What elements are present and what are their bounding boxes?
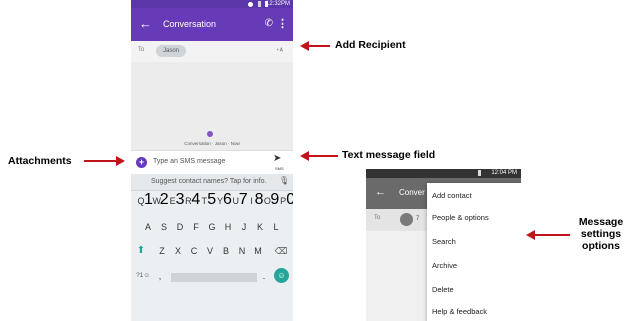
key-j[interactable]: J	[237, 218, 251, 236]
status-bar: 12:32PM	[131, 0, 293, 8]
toolbar-title: Conversation	[163, 19, 217, 29]
emoji-enter-icon[interactable]: ☺	[274, 268, 289, 283]
keyboard-row-2: ASDFGHJKL	[131, 218, 293, 238]
recipient-chip-2[interactable]: 7	[416, 216, 419, 222]
overflow-menu: Add contact People & options Search Arch…	[427, 183, 521, 321]
menu-item-search[interactable]: Search	[432, 237, 456, 246]
attachment-plus-icon[interactable]: +	[136, 157, 147, 168]
to-label: To	[138, 47, 145, 53]
label-line-1: Message	[578, 216, 624, 228]
key-z[interactable]: Z	[155, 242, 169, 260]
key-s[interactable]: S	[157, 218, 171, 236]
signal-icon	[258, 1, 261, 7]
to-label-2: To	[374, 215, 381, 221]
label-line-3: options	[582, 240, 620, 252]
keyboard-row-4: ?1☺ , . ☺	[131, 267, 293, 287]
phone-menu-screen: 12:04 PM ← Conver To 7 Add contact Peopl…	[366, 169, 521, 321]
compose-bar: + Type an SMS message ➤ SMS	[131, 150, 293, 175]
back-arrow-icon-2[interactable]: ←	[375, 186, 386, 198]
add-people-icon[interactable]: ⁺ᴬ	[276, 47, 283, 55]
battery-icon-2	[478, 170, 481, 176]
dnd-icon	[248, 1, 253, 7]
label-add-recipient: Add Recipient	[335, 39, 406, 51]
key-h[interactable]: H	[221, 218, 235, 236]
conversation-toolbar: ← Conversation ✆ ⋮	[131, 8, 293, 41]
menu-item-delete[interactable]: Delete	[432, 285, 454, 294]
message-dot	[207, 131, 213, 137]
keyboard-suggestion-strip: Suggest contact names? Tap for info. 🎙	[131, 174, 293, 191]
shift-key-icon[interactable]: ⬆	[134, 242, 148, 260]
key-b[interactable]: B	[219, 242, 233, 260]
conversation-area: Conversation · Jason · Now	[131, 62, 293, 150]
spacebar-key[interactable]	[171, 273, 257, 282]
backspace-key-icon[interactable]: ⌫	[274, 242, 288, 260]
key-c[interactable]: C	[187, 242, 201, 260]
keyboard-row-1: Q1W2E3R4T5Y6U7I8O9P0	[131, 191, 293, 212]
comma-key[interactable]: ,	[153, 267, 167, 285]
label-line-2: settings	[580, 228, 622, 240]
mic-icon[interactable]: 🎙	[279, 176, 289, 185]
recipient-chip[interactable]: Jason	[156, 45, 186, 57]
key-n[interactable]: N	[235, 242, 249, 260]
menu-item-help-feedback[interactable]: Help & feedback	[432, 307, 487, 316]
arrow-text-field	[308, 155, 338, 157]
key-l[interactable]: L	[269, 218, 283, 236]
key-number-hint: 0	[286, 191, 293, 208]
menu-item-people-options[interactable]: People & options	[432, 213, 489, 222]
label-message-settings-options: Message settings options	[574, 216, 628, 252]
key-v[interactable]: V	[203, 242, 217, 260]
arrow-attachments	[84, 160, 116, 162]
keyboard: Suggest contact names? Tap for info. 🎙 Q…	[131, 174, 293, 321]
key-a[interactable]: A	[141, 218, 155, 236]
label-attachments: Attachments	[8, 155, 72, 167]
menu-item-archive[interactable]: Archive	[432, 261, 457, 270]
send-icon[interactable]: ➤	[273, 153, 281, 164]
call-icon[interactable]: ✆	[265, 18, 273, 29]
status-time-2: 12:04 PM	[491, 170, 517, 176]
symbols-key[interactable]: ?1☺	[134, 267, 152, 285]
sms-input[interactable]: Type an SMS message	[153, 158, 225, 165]
key-k[interactable]: K	[253, 218, 267, 236]
arrow-menu-options	[534, 234, 570, 236]
key-m[interactable]: M	[251, 242, 265, 260]
period-key[interactable]: .	[257, 267, 271, 285]
key-g[interactable]: G	[205, 218, 219, 236]
back-arrow-icon[interactable]: ←	[139, 16, 152, 32]
conversation-hint: Conversation · Jason · Now	[184, 141, 240, 146]
key-d[interactable]: D	[173, 218, 187, 236]
contact-avatar-icon[interactable]	[400, 213, 413, 226]
toolbar-title-2: Conver	[399, 188, 425, 197]
send-label: SMS	[275, 166, 284, 171]
arrowhead-attachments	[116, 156, 125, 166]
recipient-bar: To Jason ⁺ᴬ	[131, 41, 293, 63]
key-x[interactable]: X	[171, 242, 185, 260]
status-bar-2: 12:04 PM	[366, 169, 521, 178]
more-options-icon[interactable]: ⋮	[277, 17, 288, 30]
phone-conversation-screen: 12:32PM ← Conversation ✆ ⋮ To Jason ⁺ᴬ C…	[131, 0, 293, 321]
suggestion-text[interactable]: Suggest contact names? Tap for info.	[151, 178, 266, 185]
menu-item-add-contact[interactable]: Add contact	[432, 191, 472, 200]
keyboard-row-3: ⬆ ⌫ ZXCVBNM	[131, 242, 293, 262]
key-f[interactable]: F	[189, 218, 203, 236]
label-text-message-field: Text message field	[342, 149, 436, 161]
status-time: 12:32PM	[265, 1, 290, 7]
arrow-add-recipient	[308, 45, 330, 47]
